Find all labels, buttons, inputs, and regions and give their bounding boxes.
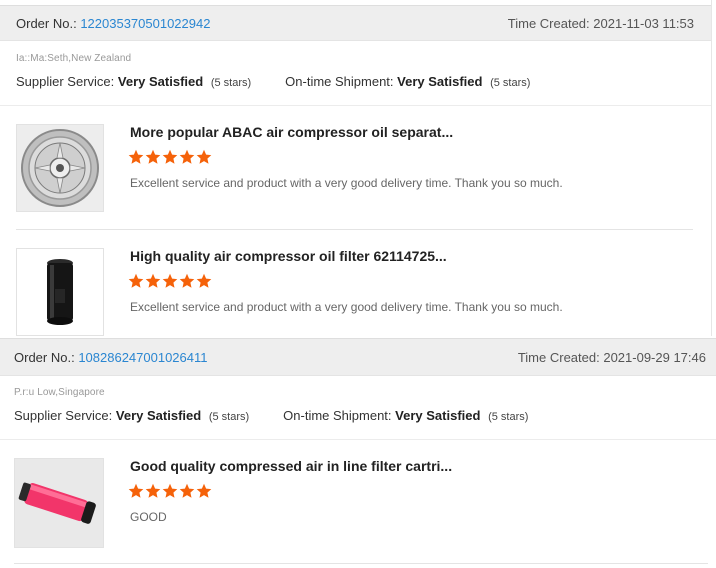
product-title[interactable]: Good quality compressed air in line filt… [130,458,452,474]
review-text: Excellent service and product with a ver… [130,300,563,314]
star-icon [145,483,161,498]
review-item: Good quality compressed air in line filt… [0,440,716,564]
shipment-value: Very Satisfied [397,74,483,89]
order-number-link[interactable]: 108286247001026411 [78,350,207,365]
star-icon [179,149,195,164]
divider [14,563,708,564]
review-item: High quality air compressor oil filter 6… [0,230,711,354]
star-icon [128,483,144,498]
supplier-service-stars: (5 stars) [210,77,252,89]
supplier-service-value: Very Satisfied [115,408,202,423]
star-icon [145,273,161,288]
time-created-label: Time Created: [507,15,590,31]
order-number: Order No.: 122035370501022942 [16,16,210,31]
star-icon [179,273,195,288]
product-rating-stars [128,273,212,289]
shipment-stars: (5 stars) [488,411,529,423]
buyer-location: Ia::Ma:Seth,New Zealand [16,53,132,64]
shipment-rating: On-time Shipment: Very Satisfied (5 star… [285,72,530,92]
product-rating-stars [128,483,212,499]
time-created: Time Created: 2021-11-03 11:53 [508,16,694,31]
supplier-service-stars: (5 stars) [208,411,250,423]
order-number: Order No.: 108286247001026411 [14,350,208,365]
star-icon [162,273,178,288]
supplier-service-label: Supplier Service: [16,74,115,89]
time-created: Time Created: 2021-09-29 17:46 [518,350,706,365]
order-number-label: Order No.: [14,349,75,365]
order-ratings: Supplier Service: Very Satisfied (5 star… [14,406,702,426]
time-created-label: Time Created: [517,349,600,365]
filter-cartridge-icon[interactable] [14,458,104,548]
time-created-value: 2021-09-29 17:46 [603,349,706,365]
review-item: More popular ABAC air compressor oil sep… [0,106,711,230]
shipment-rating: On-time Shipment: Very Satisfied (5 star… [283,406,528,426]
supplier-service-value: Very Satisfied [117,74,204,89]
oil-filter-icon[interactable] [16,248,104,336]
shipment-value: Very Satisfied [395,408,481,423]
order-meta: Ia::Ma:Seth,New Zealand Supplier Service… [0,52,711,92]
shipment-label: On-time Shipment: [285,74,394,89]
order-card: Order No.: 108286247001026411 Time Creat… [0,338,716,568]
star-icon [128,149,144,164]
star-icon [162,149,178,164]
supplier-service-label: Supplier Service: [14,408,113,423]
time-created-value: 2021-11-03 11:53 [593,15,694,31]
oil-separator-icon[interactable] [16,124,104,212]
supplier-service-rating: Supplier Service: Very Satisfied (5 star… [16,72,251,92]
star-icon [196,149,212,164]
star-icon [179,483,195,498]
product-title[interactable]: High quality air compressor oil filter 6… [130,248,447,264]
order-number-link[interactable]: 122035370501022942 [80,16,210,31]
star-icon [162,483,178,498]
order-card: Order No.: 122035370501022942 Time Creat… [0,0,712,336]
order-header: Order No.: 122035370501022942 Time Creat… [0,5,711,41]
review-text: GOOD [130,510,167,524]
product-rating-stars [128,149,212,165]
order-header: Order No.: 108286247001026411 Time Creat… [0,338,716,376]
supplier-service-rating: Supplier Service: Very Satisfied (5 star… [14,406,249,426]
buyer-location: P.r:u Low,Singapore [14,387,105,398]
star-icon [196,483,212,498]
order-ratings: Supplier Service: Very Satisfied (5 star… [16,72,695,92]
star-icon [145,149,161,164]
order-meta: P.r:u Low,Singapore Supplier Service: Ve… [0,386,716,426]
product-title[interactable]: More popular ABAC air compressor oil sep… [130,124,453,140]
order-number-label: Order No.: [16,15,77,31]
star-icon [196,273,212,288]
review-text: Excellent service and product with a ver… [130,176,563,190]
shipment-label: On-time Shipment: [283,408,392,423]
star-icon [128,273,144,288]
shipment-stars: (5 stars) [490,77,531,89]
